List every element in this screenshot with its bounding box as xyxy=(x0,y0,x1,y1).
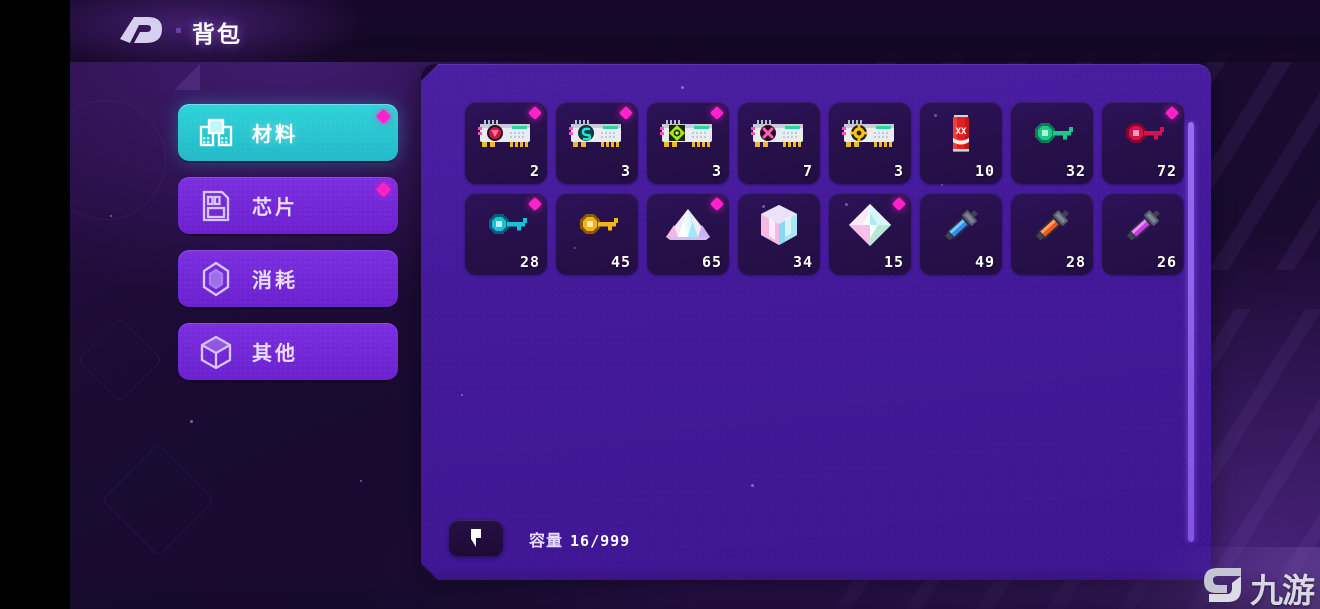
item-quantity: 3 xyxy=(893,162,904,180)
sort-button[interactable] xyxy=(449,520,503,556)
capacity-value: 16/999 xyxy=(570,532,631,550)
inventory-slot[interactable]: XX 10 xyxy=(920,102,1002,184)
sidebar-item-consumable[interactable]: 消耗 xyxy=(178,250,398,307)
item-quantity: 15 xyxy=(883,253,904,271)
letterbox-left xyxy=(0,0,70,609)
bg-hex-decoration xyxy=(101,443,215,557)
item-quantity: 65 xyxy=(701,253,722,271)
syringe-blue-icon xyxy=(920,195,1002,255)
gpu-card-yellow-icon xyxy=(829,104,911,164)
inventory-slot[interactable]: 3 xyxy=(829,102,911,184)
title-bullet-dot xyxy=(176,28,181,33)
soda-can-icon: XX xyxy=(920,104,1002,164)
sidebar-item-material[interactable]: 材料 xyxy=(178,104,398,161)
key-green-icon xyxy=(1011,104,1093,164)
sidebar-item-label: 消耗 xyxy=(252,270,298,292)
inventory-item-grid: 2 3 3 7 3 XX 10 32 72 28 45 65 34 15 49 … xyxy=(465,102,1184,275)
category-sidebar: 材料 芯片 消耗 其他 xyxy=(178,104,398,396)
jiuyou-logo-icon xyxy=(1204,568,1241,602)
d-logo-icon xyxy=(120,17,162,43)
inventory-slot[interactable]: 72 xyxy=(1102,102,1184,184)
panel-star xyxy=(751,484,754,487)
sidebar-item-label: 芯片 xyxy=(252,197,298,219)
item-quantity: 28 xyxy=(1065,253,1086,271)
scrollbar-thumb[interactable] xyxy=(1188,122,1194,542)
bg-hex-decoration xyxy=(70,100,166,220)
item-quantity: 28 xyxy=(519,253,540,271)
syringe-purple-icon xyxy=(1102,195,1184,255)
cube-icon xyxy=(200,335,232,369)
game-screenshot: 背包 材料 芯片 消耗 其他 2 3 3 7 3 XX 10 32 72 28 … xyxy=(0,0,1320,609)
panel-star xyxy=(681,86,684,89)
sidebar-item-label: 材料 xyxy=(252,124,298,146)
bg-star xyxy=(110,215,112,217)
inventory-slot[interactable]: 2 xyxy=(465,102,547,184)
item-quantity: 2 xyxy=(529,162,540,180)
panel-star xyxy=(461,394,463,396)
crystal-cube-icon xyxy=(738,195,820,255)
panel-corner-cut-topleft xyxy=(421,64,438,81)
key-gold-icon xyxy=(556,195,638,255)
item-quantity: 45 xyxy=(610,253,631,271)
item-quantity: 49 xyxy=(974,253,995,271)
item-quantity: 3 xyxy=(711,162,722,180)
scrollbar-track[interactable] xyxy=(1188,122,1194,542)
inventory-slot[interactable]: 28 xyxy=(1011,193,1093,275)
syringe-orange-icon xyxy=(1011,195,1093,255)
watermark-text: 九游 xyxy=(1250,571,1315,609)
sidebar-item-chip[interactable]: 芯片 xyxy=(178,177,398,234)
inventory-slot[interactable]: 49 xyxy=(920,193,1002,275)
sort-arrow-icon xyxy=(471,529,481,547)
page-title: 背包 xyxy=(192,21,242,47)
item-quantity: 7 xyxy=(802,162,813,180)
chip-card-icon xyxy=(202,190,230,221)
sidebar-item-other[interactable]: 其他 xyxy=(178,323,398,380)
inventory-slot[interactable]: 7 xyxy=(738,102,820,184)
sidebar-item-label: 其他 xyxy=(252,343,298,365)
material-box-icon xyxy=(199,118,233,146)
bg-star xyxy=(360,480,362,482)
inventory-slot[interactable]: 34 xyxy=(738,193,820,275)
inventory-slot[interactable]: 26 xyxy=(1102,193,1184,275)
inventory-slot[interactable]: 3 xyxy=(556,102,638,184)
watermark: 九游 xyxy=(1201,563,1315,609)
sidebar-badge-dot xyxy=(375,181,392,198)
item-quantity: 26 xyxy=(1156,253,1177,271)
game-viewport: 背包 材料 芯片 消耗 其他 2 3 3 7 3 XX 10 32 72 28 … xyxy=(70,0,1320,609)
inventory-slot[interactable]: 45 xyxy=(556,193,638,275)
inventory-slot[interactable]: 28 xyxy=(465,193,547,275)
gem-icon xyxy=(202,261,230,296)
capacity-status: 容量 16/999 xyxy=(529,527,630,551)
item-quantity: 72 xyxy=(1156,162,1177,180)
top-header-bar: 背包 xyxy=(70,0,1320,62)
bg-triangle-left xyxy=(174,64,200,90)
bg-star xyxy=(190,420,193,423)
capacity-label: 容量 xyxy=(529,533,564,550)
inventory-slot[interactable]: 15 xyxy=(829,193,911,275)
inventory-slot[interactable]: 65 xyxy=(647,193,729,275)
inventory-panel: 2 3 3 7 3 XX 10 32 72 28 45 65 34 15 49 … xyxy=(421,64,1211,580)
item-quantity: 10 xyxy=(974,162,995,180)
svg-text:XX: XX xyxy=(956,127,967,137)
bg-hex-decoration xyxy=(77,317,163,403)
item-quantity: 34 xyxy=(792,253,813,271)
inventory-slot[interactable]: 3 xyxy=(647,102,729,184)
item-quantity: 3 xyxy=(620,162,631,180)
panel-footer: 容量 16/999 xyxy=(421,508,1211,580)
sidebar-badge-dot xyxy=(375,108,392,125)
inventory-slot[interactable]: 32 xyxy=(1011,102,1093,184)
item-quantity: 32 xyxy=(1065,162,1086,180)
gpu-card-pink-icon xyxy=(738,104,820,164)
